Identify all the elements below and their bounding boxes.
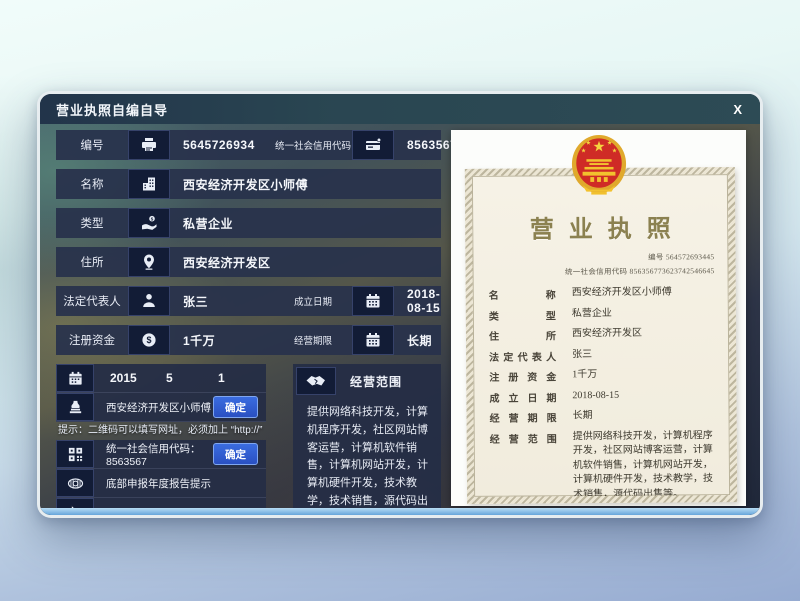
hand-money-icon: $ [128,208,170,238]
license-code-lines: 编号 564572693445 统一社会信用代码 856356773623742… [472,250,728,279]
person-icon [128,286,170,316]
serial-number-field[interactable]: 5645726934 [170,130,274,160]
close-icon[interactable]: X [731,102,744,117]
license-field-label: 注册资金 [489,368,557,383]
type-label: 类型 [56,208,128,238]
capital-field[interactable]: 1千万 [170,325,274,355]
form-row-address: 住所 西安经济开发区 [56,247,441,277]
badge-eye-icon [56,469,94,497]
credit-code-row: 统一社会信用代码：8563567 确定 [56,440,266,469]
establish-date-label: 成立日期 [274,286,352,316]
address-label: 住所 [56,247,128,277]
company-type-field[interactable]: 私营企业 [170,208,441,238]
capital-label: 注册资金 [56,325,128,355]
stamp-name-value[interactable]: 西安经济开发区小师傅 [94,393,213,421]
license-field-value: 2018-08-15 [572,388,719,404]
clipped-link-row[interactable] [56,498,266,518]
form-row-legal-rep: 法定代表人 张三 成立日期 2018-08-15 [56,286,441,316]
term-label: 经营期限 [274,325,352,355]
license-field-label: 经营范围 [490,430,559,503]
license-field-row: 类型 私营企业 [489,306,719,323]
business-scope-text[interactable]: 提供网络科技开发，计算机程序开发，社区网站博客运营，计算机软件销售，计算机网站开… [293,398,441,518]
license-credit-line: 统一社会信用代码 856356773623742546645 [473,264,715,279]
license-field-row: 注册资金 1千万 [489,367,719,384]
license-field-row: 名称 西安经济开发区小师傅 [489,285,719,302]
license-form: 编号 5645726934 统一社会信用代码 8563567738 名称 西安经… [56,130,441,364]
license-field-value: 私营企业 [572,306,719,322]
establish-date-field[interactable]: 2018-08-15 [394,286,441,316]
license-field-value: 长期 [573,408,720,424]
license-field-value: 张三 [572,347,719,363]
license-field-value: 提供网络科技开发，计算机程序开发，社区网站博客运营，计算机软件销售，计算机网站开… [573,429,721,503]
business-scope-panel: 经营范围 提供网络科技开发，计算机程序开发，社区网站博客运营，计算机软件销售，计… [293,364,441,518]
term-field[interactable]: 长期 [394,325,441,355]
svg-text:$: $ [146,335,151,345]
extra-settings-panel: 2015 5 1 西安经济开发区小师傅 确定 提示：二维码可以填写网址，必须加上… [56,364,266,518]
legal-rep-field[interactable]: 张三 [170,286,274,316]
location-pin-icon [128,247,170,277]
license-serial-line: 编号 564572693445 [472,250,714,265]
issue-day-field[interactable]: 1 [218,364,225,392]
credit-code-value[interactable]: 统一社会信用代码：8563567 [94,440,213,468]
id-card-icon [352,130,394,160]
building-icon [128,169,170,199]
form-row-type: 类型 $ 私营企业 [56,208,441,238]
license-field-row: 经营范围 提供网络科技开发，计算机程序开发，社区网站博客运营，计算机软件销售，计… [490,429,721,503]
license-field-row: 住所 西安经济开发区 [489,326,719,343]
license-document: 营业执照 编号 564572693445 统一社会信用代码 8563567736… [465,167,737,504]
window-content: 编号 5645726934 统一社会信用代码 8563567738 名称 西安经… [40,124,760,515]
license-field-label: 名称 [489,286,557,301]
license-field-row: 成立日期 2018-08-15 [489,388,719,405]
annual-report-row: 底部申报年度报告提示 [56,469,266,498]
calendar-icon [352,325,394,355]
license-fields: 名称 西安经济开发区小师傅 类型 私营企业 住所 西安经济开发区 法定代表人 张… [489,285,721,503]
qr-url-tip: 提示：二维码可以填写网址，必须加上 “http://” [56,423,266,439]
license-field-label: 住所 [489,327,557,342]
license-field-value: 西安经济开发区 [572,326,719,342]
qr-code-icon [56,440,94,468]
handshake-icon [296,367,336,395]
issue-month-field[interactable]: 5 [166,364,218,392]
dollar-icon: $ [128,325,170,355]
confirm-credit-button[interactable]: 确定 [213,443,258,465]
license-field-row: 法定代表人 张三 [489,347,719,364]
business-scope-header: 经营范围 [293,364,441,398]
confirm-name-button[interactable]: 确定 [213,396,258,418]
window-title: 营业执照自编自导 [56,100,168,119]
license-field-value: 1千万 [572,367,719,383]
credit-code-label: 统一社会信用代码 [274,130,352,160]
legal-rep-label: 法定代表人 [56,286,128,316]
serial-label: 编号 [56,130,128,160]
license-field-row: 经营期限 长期 [490,408,720,425]
stamp-icon [56,393,94,421]
issue-year-field[interactable]: 2015 [94,364,166,392]
license-title: 营业执照 [472,208,728,245]
calendar-icon [352,286,394,316]
stamp-name-row: 西安经济开发区小师傅 确定 [56,393,266,422]
title-bar: 营业执照自编自导 X [40,94,760,124]
printer-icon [128,130,170,160]
cursor-icon [56,498,94,518]
license-field-value: 西安经济开发区小师傅 [572,285,719,301]
license-field-label: 类型 [489,307,557,322]
issue-date-row: 2015 5 1 [56,364,266,393]
business-scope-title: 经营范围 [350,373,402,390]
calendar-icon [56,364,94,392]
company-address-field[interactable]: 西安经济开发区 [170,247,441,277]
annual-report-tip[interactable]: 底部申报年度报告提示 [94,469,266,497]
license-field-label: 法定代表人 [489,348,557,363]
company-name-field[interactable]: 西安经济开发区小师傅 [170,169,441,199]
form-row-name: 名称 西安经济开发区小师傅 [56,169,441,199]
national-emblem-icon [570,133,628,197]
license-field-label: 经营期限 [490,409,558,424]
license-field-label: 成立日期 [489,389,557,404]
bottom-section: 2015 5 1 西安经济开发区小师傅 确定 提示：二维码可以填写网址，必须加上… [56,364,441,518]
name-label: 名称 [56,169,128,199]
form-row-capital: 注册资金 $ 1千万 经营期限 长期 [56,325,441,355]
license-editor-window: 营业执照自编自导 X 编号 5645726934 统一社会信用代码 856356… [37,91,763,518]
license-preview-panel: 营业执照 编号 564572693445 统一社会信用代码 8563567736… [451,130,746,506]
form-row-serial: 编号 5645726934 统一社会信用代码 8563567738 [56,130,441,160]
